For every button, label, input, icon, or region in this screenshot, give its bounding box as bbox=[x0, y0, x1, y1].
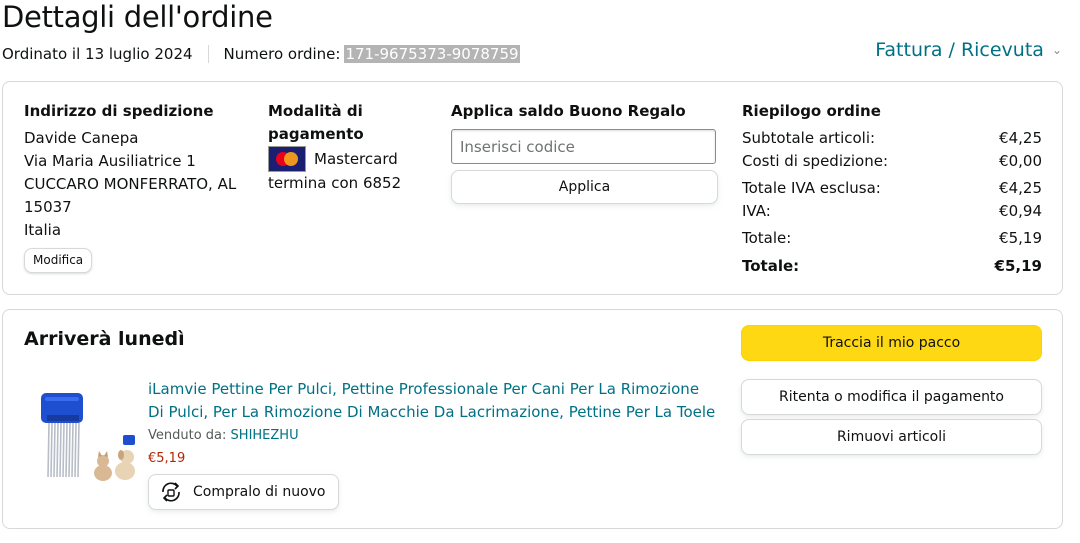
address-line: 15037 bbox=[24, 198, 72, 216]
summary-value: €5,19 bbox=[994, 257, 1042, 275]
payment-heading: Modalità di pagamento bbox=[268, 100, 438, 146]
retry-payment-button[interactable]: Ritenta o modifica il pagamento bbox=[741, 379, 1042, 415]
apply-gift-button[interactable]: Applica bbox=[451, 170, 718, 204]
payment-heading-line2: pagamento bbox=[268, 125, 364, 143]
summary-value: €4,25 bbox=[999, 179, 1042, 197]
shipping-heading: Indirizzo di spedizione bbox=[24, 102, 214, 120]
order-number-label: Numero ordine: bbox=[223, 45, 341, 63]
payment-card-line: Mastercard bbox=[268, 146, 438, 172]
product-info: iLamvie Pettine Per Pulci, Pettine Profe… bbox=[148, 378, 718, 513]
summary-label: Subtotale articoli: bbox=[742, 129, 876, 147]
summary-label: IVA: bbox=[742, 202, 771, 220]
remove-items-button[interactable]: Rimuovi articoli bbox=[741, 419, 1042, 455]
buy-again-label[interactable]: Compralo di nuovo bbox=[193, 481, 326, 504]
order-summary-section: Riepilogo ordine Subtotale articoli: €4,… bbox=[742, 100, 1042, 278]
arrival-status: Arriverà lunedì bbox=[24, 328, 185, 350]
sold-by-label: Venduto da: bbox=[148, 428, 227, 443]
address-line: Davide Canepa bbox=[24, 129, 139, 147]
shipping-address-section: Indirizzo di spedizione Davide Canepa Vi… bbox=[24, 100, 254, 273]
product-title-link[interactable]: iLamvie Pettine Per Pulci, Pettine Profe… bbox=[148, 378, 718, 424]
gift-card-heading: Applica saldo Buono Regalo bbox=[451, 102, 686, 120]
address-line: CUCCARO MONFERRATO, AL bbox=[24, 175, 237, 193]
summary-label: Totale: bbox=[742, 229, 792, 247]
invoice-link-label[interactable]: Fattura / Ricevuta bbox=[875, 39, 1044, 61]
page-title: Dettagli dell'ordine bbox=[2, 0, 273, 34]
summary-label: Totale: bbox=[742, 257, 800, 275]
gift-card-section: Applica saldo Buono Regalo Applica bbox=[451, 100, 721, 204]
summary-row-shipping: Costi di spedizione: €0,00 bbox=[742, 150, 1042, 173]
order-info-card: Indirizzo di spedizione Davide Canepa Vi… bbox=[2, 81, 1063, 295]
payment-heading-line1: Modalità di bbox=[268, 102, 363, 120]
seller-link[interactable]: SHIHEZHU bbox=[231, 428, 299, 443]
flea-comb-image[interactable] bbox=[33, 385, 143, 485]
buy-again-button[interactable]: Compralo di nuovo bbox=[148, 474, 339, 510]
summary-label: Costi di spedizione: bbox=[742, 152, 889, 170]
summary-heading: Riepilogo ordine bbox=[742, 102, 881, 120]
summary-value: €0,94 bbox=[999, 202, 1042, 220]
payment-method-section: Modalità di pagamento Mastercard termina… bbox=[268, 100, 438, 195]
mastercard-logo-icon bbox=[268, 146, 306, 172]
order-meta: Ordinato il 13 luglio 2024 Numero ordine… bbox=[2, 45, 520, 63]
edit-address-button[interactable]: Modifica bbox=[24, 248, 93, 273]
summary-row-vat: IVA: €0,94 bbox=[742, 200, 1042, 223]
card-name: Mastercard bbox=[314, 149, 398, 168]
address-line: Italia bbox=[24, 221, 62, 239]
summary-value: €4,25 bbox=[999, 129, 1042, 147]
meta-divider bbox=[207, 45, 209, 63]
summary-row-total: Totale: €5,19 bbox=[742, 227, 1042, 250]
summary-row-grand-total: Totale: €5,19 bbox=[742, 255, 1042, 278]
order-number[interactable]: 171-9675373-9078759 bbox=[344, 45, 520, 63]
gift-code-input[interactable] bbox=[451, 129, 716, 164]
invoice-link[interactable]: Fattura / Ricevuta ⌄ bbox=[875, 39, 1062, 61]
shipment-card: Arriverà lunedì iLamvie Pettine Per Pulc… bbox=[2, 309, 1063, 529]
summary-value: €5,19 bbox=[999, 229, 1042, 247]
summary-row-subtotal: Subtotale articoli: €4,25 bbox=[742, 127, 1042, 150]
card-ending: termina con 6852 bbox=[268, 174, 402, 192]
track-package-button[interactable]: Traccia il mio pacco bbox=[741, 325, 1042, 361]
order-date: Ordinato il 13 luglio 2024 bbox=[2, 45, 193, 63]
summary-row-net: Totale IVA esclusa: €4,25 bbox=[742, 177, 1042, 200]
product-price: €5,19 bbox=[148, 451, 186, 466]
address-line: Via Maria Ausiliatrice 1 bbox=[24, 152, 196, 170]
summary-label: Totale IVA esclusa: bbox=[742, 179, 881, 197]
sold-by: Venduto da: SHIHEZHU bbox=[148, 424, 718, 447]
rebuy-icon bbox=[162, 482, 180, 502]
summary-value: €0,00 bbox=[999, 152, 1042, 170]
chevron-down-icon[interactable]: ⌄ bbox=[1052, 43, 1062, 57]
